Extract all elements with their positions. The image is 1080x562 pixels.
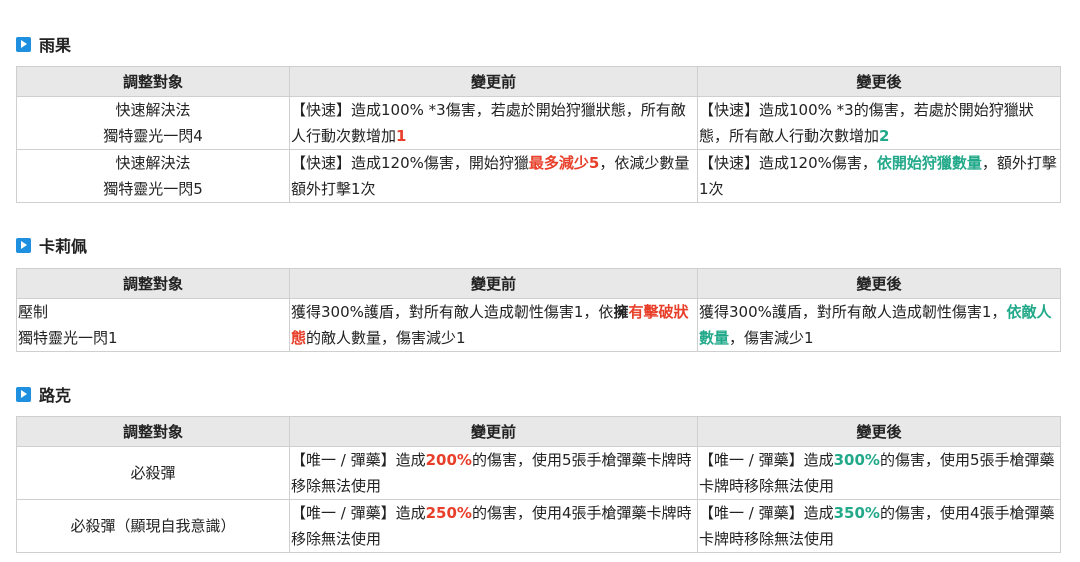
highlight-run: 350% xyxy=(833,504,880,522)
target-line: 獨特靈光一閃1 xyxy=(18,329,118,347)
play-icon xyxy=(16,386,31,402)
text-run: 【快速】造成100% *3的傷害，若處於開始狩獵狀態，所有敵人行動次數增加 xyxy=(699,101,1034,145)
after-cell: 獲得300%護盾，對所有敵人造成韌性傷害1，依敵人數量，傷害減少1 xyxy=(697,298,1061,352)
section-heading: 路克 xyxy=(16,384,72,405)
before-cell: 獲得300%護盾，對所有敵人造成韌性傷害1，依擁有擊破狀態的敵人數量，傷害減少1 xyxy=(289,298,698,352)
section-title: 卡莉佩 xyxy=(39,237,88,256)
col-header-before: 變更前 xyxy=(289,66,698,97)
highlight-run: 最多減少5 xyxy=(528,154,600,172)
target-cell: 必殺彈 xyxy=(16,446,290,500)
before-cell: 【唯一 / 彈藥】造成250%的傷害，使用4張手槍彈藥卡牌時移除無法使用 xyxy=(289,499,698,553)
col-header-before: 變更前 xyxy=(289,268,698,299)
bold-run: 擁 xyxy=(613,303,629,321)
col-header-after: 變更後 xyxy=(697,66,1061,97)
section-title: 路克 xyxy=(39,386,72,405)
col-header-target: 調整對象 xyxy=(16,268,290,299)
after-cell: 【快速】造成100% *3的傷害，若處於開始狩獵狀態，所有敵人行動次數增加2 xyxy=(697,96,1061,150)
target-cell: 必殺彈（顯現自我意識） xyxy=(16,499,290,553)
changes-table: 調整對象 變更前 變更後 必殺彈 【唯一 / 彈藥】造成200%的傷害，使用5張… xyxy=(16,416,1061,553)
target-line: 獨特靈光一閃4 xyxy=(103,127,203,145)
before-cell: 【快速】造成120%傷害，開始狩獵最多減少5，依減少數量額外打擊1次 xyxy=(289,149,698,203)
target-line: 壓制 xyxy=(18,303,49,321)
text-run: 獲得300%護盾，對所有敵人造成韌性傷害1， xyxy=(699,303,1007,321)
table-row: 必殺彈 【唯一 / 彈藥】造成200%的傷害，使用5張手槍彈藥卡牌時移除無法使用… xyxy=(16,446,1061,500)
col-header-before: 變更前 xyxy=(289,416,698,447)
text-run: 的敵人數量，傷害減少1 xyxy=(306,329,466,347)
section-title: 雨果 xyxy=(39,36,72,55)
highlight-run: 200% xyxy=(425,451,472,469)
table-row: 快速解決法 獨特靈光一閃4 【快速】造成100% *3傷害，若處於開始狩獵狀態，… xyxy=(16,96,1061,150)
target-line: 必殺彈（顯現自我意識） xyxy=(70,517,236,535)
text-run: 獲得300%護盾，對所有敵人造成韌性傷害1，依 xyxy=(291,303,614,321)
highlight-run: 250% xyxy=(425,504,472,522)
after-cell: 【快速】造成120%傷害，依開始狩獵數量，額外打擊1次 xyxy=(697,149,1061,203)
text-run: 【快速】造成120%傷害， xyxy=(699,154,877,172)
before-cell: 【快速】造成100% *3傷害，若處於開始狩獵狀態，所有敵人行動次數增加1 xyxy=(289,96,698,150)
target-line: 獨特靈光一閃5 xyxy=(103,180,203,198)
target-line: 快速解決法 xyxy=(115,154,191,172)
text-run: 【唯一 / 彈藥】造成 xyxy=(291,504,426,522)
before-cell: 【唯一 / 彈藥】造成200%的傷害，使用5張手槍彈藥卡牌時移除無法使用 xyxy=(289,446,698,500)
col-header-after: 變更後 xyxy=(697,416,1061,447)
col-header-target: 調整對象 xyxy=(16,416,290,447)
target-cell: 快速解決法 獨特靈光一閃4 xyxy=(16,96,290,150)
col-header-target: 調整對象 xyxy=(16,66,290,97)
target-cell: 壓制 獨特靈光一閃1 xyxy=(16,298,290,352)
table-row: 快速解決法 獨特靈光一閃5 【快速】造成120%傷害，開始狩獵最多減少5，依減少… xyxy=(16,149,1061,203)
changes-table: 調整對象 變更前 變更後 快速解決法 獨特靈光一閃4 【快速】造成100% *3… xyxy=(16,66,1061,203)
target-line: 快速解決法 xyxy=(115,101,191,119)
highlight-run: 2 xyxy=(879,127,890,145)
section-heading: 卡莉佩 xyxy=(16,235,88,256)
play-icon xyxy=(16,36,31,52)
target-line: 必殺彈 xyxy=(130,464,176,482)
play-icon xyxy=(16,237,31,253)
col-header-after: 變更後 xyxy=(697,268,1061,299)
changes-table: 調整對象 變更前 變更後 壓制 獨特靈光一閃1 獲得300%護盾，對所有敵人造成… xyxy=(16,268,1061,352)
text-run: 【快速】造成120%傷害，開始狩獵 xyxy=(291,154,529,172)
table-row: 壓制 獨特靈光一閃1 獲得300%護盾，對所有敵人造成韌性傷害1，依擁有擊破狀態… xyxy=(16,298,1061,352)
text-run: 【唯一 / 彈藥】造成 xyxy=(291,451,426,469)
highlight-run: 300% xyxy=(833,451,880,469)
text-run: ，傷害減少1 xyxy=(729,329,814,347)
text-run: 【快速】造成100% *3傷害，若處於開始狩獵狀態，所有敵人行動次數增加 xyxy=(291,101,686,145)
highlight-run: 1 xyxy=(396,127,407,145)
text-run: 【唯一 / 彈藥】造成 xyxy=(699,504,834,522)
target-cell: 快速解決法 獨特靈光一閃5 xyxy=(16,149,290,203)
table-row: 必殺彈（顯現自我意識） 【唯一 / 彈藥】造成250%的傷害，使用4張手槍彈藥卡… xyxy=(16,499,1061,553)
after-cell: 【唯一 / 彈藥】造成300%的傷害，使用5張手槍彈藥卡牌時移除無法使用 xyxy=(697,446,1061,500)
after-cell: 【唯一 / 彈藥】造成350%的傷害，使用4張手槍彈藥卡牌時移除無法使用 xyxy=(697,499,1061,553)
text-run: 【唯一 / 彈藥】造成 xyxy=(699,451,834,469)
highlight-run: 依開始狩獵數量 xyxy=(876,154,982,172)
section-heading: 雨果 xyxy=(16,34,72,55)
